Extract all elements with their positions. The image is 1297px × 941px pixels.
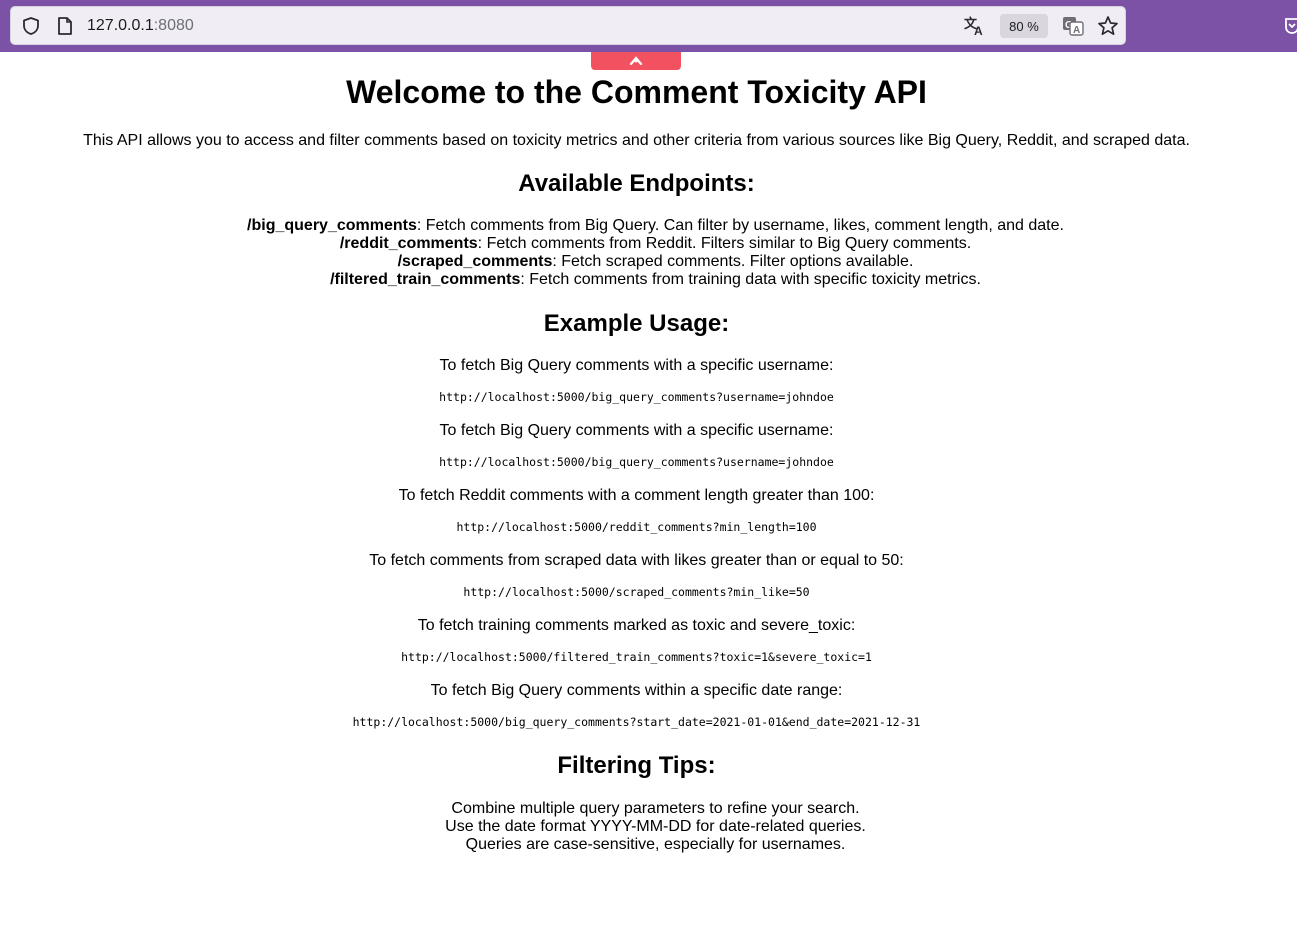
- example-code: http://localhost:5000/filtered_train_com…: [401, 650, 872, 664]
- tips-list: Combine multiple query parameters to ref…: [0, 800, 1297, 854]
- endpoint-item: /filtered_train_comments: Fetch comments…: [0, 271, 1297, 289]
- example-description: To fetch comments from scraped data with…: [369, 552, 904, 569]
- example-code: http://localhost:5000/scraped_comments?m…: [463, 585, 810, 599]
- example-description: To fetch Big Query comments within a spe…: [430, 682, 843, 699]
- url-host: 127.0.0.1: [87, 17, 154, 34]
- svg-text:A: A: [974, 24, 983, 37]
- example-code: http://localhost:5000/reddit_comments?mi…: [456, 520, 817, 534]
- endpoint-item: /scraped_comments: Fetch scraped comment…: [0, 253, 1297, 271]
- pocket-icon[interactable]: [1284, 15, 1297, 37]
- examples-list: To fetch Big Query comments with a speci…: [0, 355, 1273, 745]
- endpoint-desc: : Fetch comments from Reddit. Filters si…: [477, 235, 972, 252]
- endpoint-path: /reddit_comments: [339, 235, 478, 252]
- endpoints-list: /big_query_comments: Fetch comments from…: [0, 217, 1297, 289]
- tip-item: Combine multiple query parameters to ref…: [451, 800, 860, 817]
- translate-icon[interactable]: 文 A: [963, 16, 987, 37]
- tip-item: Use the date format YYYY-MM-DD for date-…: [445, 818, 866, 835]
- endpoint-item: /big_query_comments: Fetch comments from…: [0, 217, 1297, 235]
- endpoint-desc: : Fetch comments from training data with…: [520, 271, 981, 288]
- page-icon[interactable]: [55, 16, 75, 36]
- address-bar[interactable]: 127.0.0.1:8080 文 A 80 % G A: [10, 6, 1126, 45]
- star-icon[interactable]: [1097, 16, 1119, 36]
- endpoint-desc: : Fetch scraped comments. Filter options…: [552, 253, 914, 270]
- svg-text:A: A: [1073, 25, 1080, 36]
- endpoint-item: /reddit_comments: Fetch comments from Re…: [0, 235, 1297, 253]
- example-description: To fetch training comments marked as tox…: [417, 617, 856, 634]
- endpoint-desc: : Fetch comments from Big Query. Can fil…: [416, 217, 1064, 234]
- intro-text: This API allows you to access and filter…: [83, 132, 1190, 149]
- example-code: http://localhost:5000/big_query_comments…: [352, 715, 921, 729]
- url-text[interactable]: 127.0.0.1:8080: [87, 17, 194, 35]
- page-top-tab[interactable]: [591, 52, 681, 70]
- shield-icon[interactable]: [21, 16, 41, 36]
- example-description: To fetch Big Query comments with a speci…: [439, 422, 834, 439]
- examples-heading: Example Usage:: [543, 310, 730, 337]
- tip-item: Queries are case-sensitive, especially f…: [465, 836, 846, 853]
- browser-toolbar: 127.0.0.1:8080 文 A 80 % G A: [0, 0, 1297, 52]
- reader-translate-icon[interactable]: G A: [1061, 16, 1085, 36]
- endpoint-path: /scraped_comments: [397, 253, 553, 270]
- example-code: http://localhost:5000/big_query_comments…: [439, 390, 834, 404]
- example-description: To fetch Big Query comments with a speci…: [439, 357, 834, 374]
- tips-heading: Filtering Tips:: [557, 752, 716, 779]
- url-port: :8080: [153, 17, 194, 34]
- endpoint-path: /filtered_train_comments: [330, 271, 521, 288]
- example-description: To fetch Reddit comments with a comment …: [398, 487, 875, 504]
- endpoints-heading: Available Endpoints:: [518, 170, 755, 197]
- page-title: Welcome to the Comment Toxicity API: [346, 74, 927, 110]
- tab-arrow-icon: [629, 52, 643, 70]
- endpoint-path: /big_query_comments: [247, 217, 417, 234]
- example-code: http://localhost:5000/big_query_comments…: [439, 455, 834, 469]
- zoom-level-button[interactable]: 80 %: [1000, 14, 1048, 38]
